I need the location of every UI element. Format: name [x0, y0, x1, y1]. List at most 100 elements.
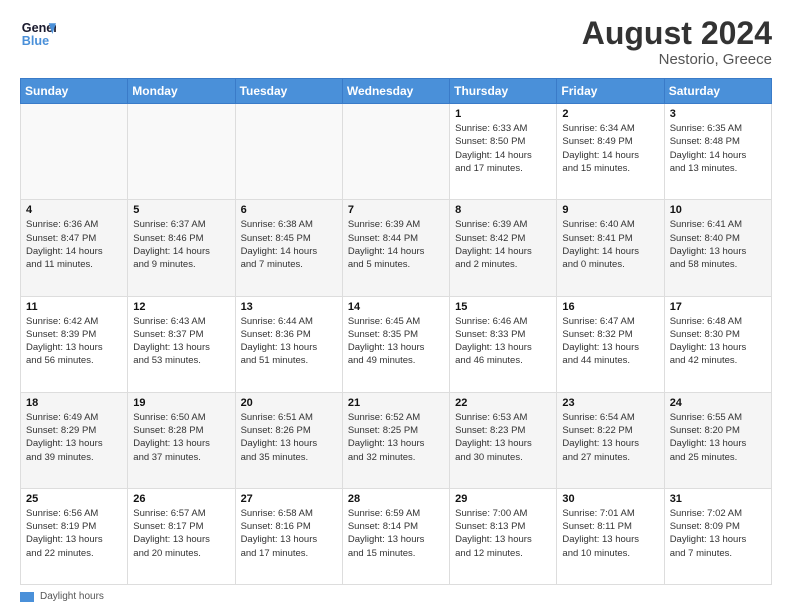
week-row-4: 25Sunrise: 6:56 AM Sunset: 8:19 PM Dayli… [21, 488, 772, 584]
day-info: Sunrise: 7:02 AM Sunset: 8:09 PM Dayligh… [670, 507, 766, 560]
day-cell: 15 Sunrise: 6:46 AM Sunset: 8:33 PM Dayli… [450, 296, 557, 392]
day-info: Sunrise: 6:36 AM Sunset: 8:47 PM Dayligh… [26, 218, 122, 271]
day-number: 10 [670, 204, 766, 216]
day-cell: 26Sunrise: 6:57 AM Sunset: 8:17 PM Dayli… [128, 488, 235, 584]
day-cell: 12Sunrise: 6:43 AM Sunset: 8:37 PM Dayli… [128, 296, 235, 392]
day-number: 14 [348, 301, 444, 313]
logo: General Blue [20, 16, 56, 52]
day-info: Sunrise: 6:33 AM Sunset: 8:50 PM Dayligh… [455, 122, 551, 175]
day-number: 15 [455, 301, 551, 313]
day-cell: 31 Sunrise: 7:02 AM Sunset: 8:09 PM Dayli… [664, 488, 771, 584]
header-row: Sunday Monday Tuesday Wednesday Thursday… [21, 79, 772, 104]
day-cell: 4 Sunrise: 6:36 AM Sunset: 8:47 PM Daylig… [21, 200, 128, 296]
day-number: 2 [562, 108, 658, 120]
day-info: Sunrise: 6:34 AM Sunset: 8:49 PM Dayligh… [562, 122, 658, 175]
day-info: Sunrise: 6:47 AM Sunset: 8:32 PM Dayligh… [562, 315, 658, 368]
day-number: 3 [670, 108, 766, 120]
day-cell: 3 Sunrise: 6:35 AM Sunset: 8:48 PM Daylig… [664, 104, 771, 200]
day-number: 31 [670, 493, 766, 505]
day-cell: 14 Sunrise: 6:45 AM Sunset: 8:35 PM Dayli… [342, 296, 449, 392]
day-number: 27 [241, 493, 337, 505]
day-info: Sunrise: 6:54 AM Sunset: 8:22 PM Dayligh… [562, 411, 658, 464]
day-number: 28 [348, 493, 444, 505]
day-info: Sunrise: 6:53 AM Sunset: 8:23 PM Dayligh… [455, 411, 551, 464]
day-cell: 17 Sunrise: 6:48 AM Sunset: 8:30 PM Dayli… [664, 296, 771, 392]
day-number: 6 [241, 204, 337, 216]
day-info: Sunrise: 6:50 AM Sunset: 8:28 PM Dayligh… [133, 411, 229, 464]
logo-icon: General Blue [20, 16, 56, 52]
day-number: 7 [348, 204, 444, 216]
day-cell: 9 Sunrise: 6:40 AM Sunset: 8:41 PM Daylig… [557, 200, 664, 296]
day-cell [21, 104, 128, 200]
col-thursday: Thursday [450, 79, 557, 104]
day-cell: 10 Sunrise: 6:41 AM Sunset: 8:40 PM Dayli… [664, 200, 771, 296]
day-number: 5 [133, 204, 229, 216]
svg-text:Blue: Blue [22, 34, 49, 48]
calendar-table: Sunday Monday Tuesday Wednesday Thursday… [20, 78, 772, 585]
day-number: 22 [455, 397, 551, 409]
page: General Blue August 2024 Nestorio, Greec… [0, 0, 792, 612]
day-cell: 18 Sunrise: 6:49 AM Sunset: 8:29 PM Dayli… [21, 392, 128, 488]
day-number: 18 [26, 397, 122, 409]
day-info: Sunrise: 6:56 AM Sunset: 8:19 PM Dayligh… [26, 507, 122, 560]
day-info: Sunrise: 6:59 AM Sunset: 8:14 PM Dayligh… [348, 507, 444, 560]
day-cell: 27 Sunrise: 6:58 AM Sunset: 8:16 PM Dayli… [235, 488, 342, 584]
day-number: 17 [670, 301, 766, 313]
day-info: Sunrise: 6:55 AM Sunset: 8:20 PM Dayligh… [670, 411, 766, 464]
day-info: Sunrise: 6:39 AM Sunset: 8:44 PM Dayligh… [348, 218, 444, 271]
day-cell: 19 Sunrise: 6:50 AM Sunset: 8:28 PM Dayli… [128, 392, 235, 488]
day-number: 11 [26, 301, 122, 313]
day-cell [235, 104, 342, 200]
day-number: 26 [133, 493, 229, 505]
day-cell: 7 Sunrise: 6:39 AM Sunset: 8:44 PM Daylig… [342, 200, 449, 296]
col-monday: Monday [128, 79, 235, 104]
day-info: Sunrise: 6:41 AM Sunset: 8:40 PM Dayligh… [670, 218, 766, 271]
col-wednesday: Wednesday [342, 79, 449, 104]
day-number: 8 [455, 204, 551, 216]
day-cell: 29Sunrise: 7:00 AM Sunset: 8:13 PM Dayli… [450, 488, 557, 584]
day-cell: 6Sunrise: 6:38 AM Sunset: 8:45 PM Daylig… [235, 200, 342, 296]
day-cell [128, 104, 235, 200]
day-info: Sunrise: 6:46 AM Sunset: 8:33 PM Dayligh… [455, 315, 551, 368]
day-info: Sunrise: 7:00 AM Sunset: 8:13 PM Dayligh… [455, 507, 551, 560]
day-number: 19 [133, 397, 229, 409]
day-info: Sunrise: 6:45 AM Sunset: 8:35 PM Dayligh… [348, 315, 444, 368]
day-info: Sunrise: 6:49 AM Sunset: 8:29 PM Dayligh… [26, 411, 122, 464]
header: General Blue August 2024 Nestorio, Greec… [20, 16, 772, 68]
col-tuesday: Tuesday [235, 79, 342, 104]
day-number: 30 [562, 493, 658, 505]
day-info: Sunrise: 7:01 AM Sunset: 8:11 PM Dayligh… [562, 507, 658, 560]
col-saturday: Saturday [664, 79, 771, 104]
month-year-title: August 2024 [582, 16, 772, 51]
week-row-0: 1 Sunrise: 6:33 AM Sunset: 8:50 PM Daylig… [21, 104, 772, 200]
day-cell: 30 Sunrise: 7:01 AM Sunset: 8:11 PM Dayli… [557, 488, 664, 584]
day-number: 21 [348, 397, 444, 409]
day-info: Sunrise: 6:35 AM Sunset: 8:48 PM Dayligh… [670, 122, 766, 175]
legend-label: Daylight hours [40, 591, 104, 602]
legend-box [20, 592, 34, 602]
day-info: Sunrise: 6:42 AM Sunset: 8:39 PM Dayligh… [26, 315, 122, 368]
day-cell: 1 Sunrise: 6:33 AM Sunset: 8:50 PM Daylig… [450, 104, 557, 200]
location-label: Nestorio, Greece [582, 51, 772, 68]
day-cell: 16Sunrise: 6:47 AM Sunset: 8:32 PM Dayli… [557, 296, 664, 392]
day-number: 9 [562, 204, 658, 216]
day-info: Sunrise: 6:40 AM Sunset: 8:41 PM Dayligh… [562, 218, 658, 271]
week-row-1: 4 Sunrise: 6:36 AM Sunset: 8:47 PM Daylig… [21, 200, 772, 296]
day-info: Sunrise: 6:48 AM Sunset: 8:30 PM Dayligh… [670, 315, 766, 368]
day-cell: 11 Sunrise: 6:42 AM Sunset: 8:39 PM Dayli… [21, 296, 128, 392]
day-cell: 8 Sunrise: 6:39 AM Sunset: 8:42 PM Daylig… [450, 200, 557, 296]
day-cell: 23Sunrise: 6:54 AM Sunset: 8:22 PM Dayli… [557, 392, 664, 488]
day-cell: 5Sunrise: 6:37 AM Sunset: 8:46 PM Daylig… [128, 200, 235, 296]
day-number: 20 [241, 397, 337, 409]
day-info: Sunrise: 6:58 AM Sunset: 8:16 PM Dayligh… [241, 507, 337, 560]
day-info: Sunrise: 6:52 AM Sunset: 8:25 PM Dayligh… [348, 411, 444, 464]
week-row-3: 18 Sunrise: 6:49 AM Sunset: 8:29 PM Dayli… [21, 392, 772, 488]
day-info: Sunrise: 6:39 AM Sunset: 8:42 PM Dayligh… [455, 218, 551, 271]
title-block: August 2024 Nestorio, Greece [582, 16, 772, 68]
day-number: 4 [26, 204, 122, 216]
day-info: Sunrise: 6:43 AM Sunset: 8:37 PM Dayligh… [133, 315, 229, 368]
day-cell: 24Sunrise: 6:55 AM Sunset: 8:20 PM Dayli… [664, 392, 771, 488]
day-cell: 20Sunrise: 6:51 AM Sunset: 8:26 PM Dayli… [235, 392, 342, 488]
day-cell: 13Sunrise: 6:44 AM Sunset: 8:36 PM Dayli… [235, 296, 342, 392]
day-number: 1 [455, 108, 551, 120]
